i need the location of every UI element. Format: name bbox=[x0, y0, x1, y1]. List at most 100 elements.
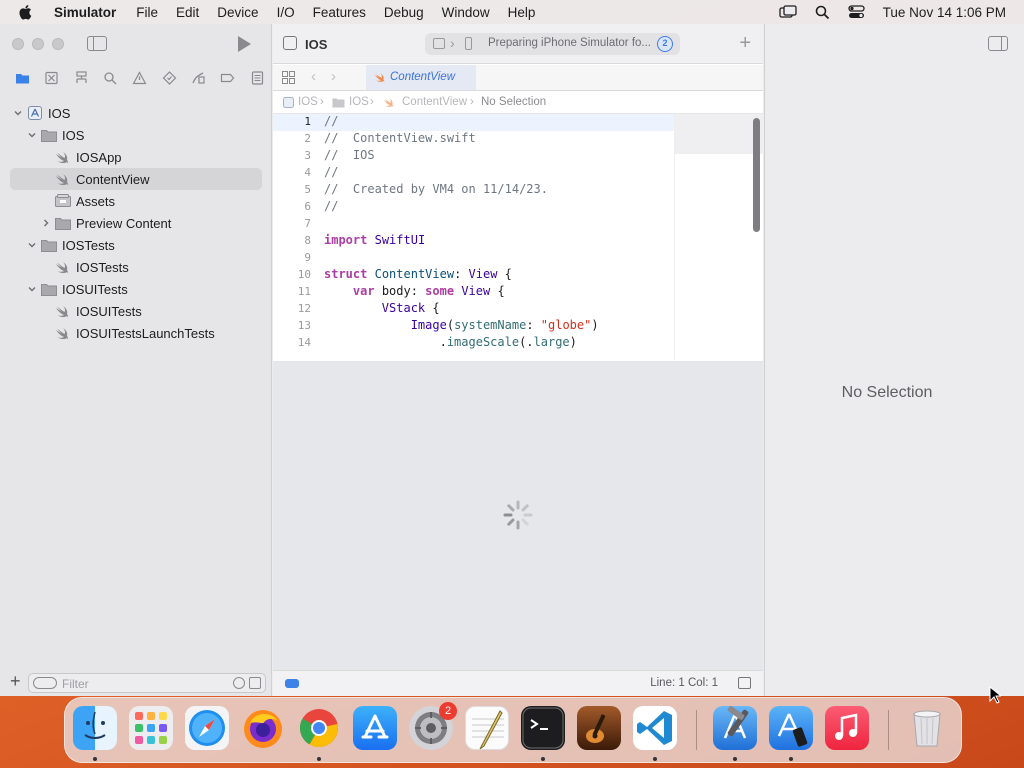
menu-features[interactable]: Features bbox=[313, 5, 366, 20]
minimap-visible-region[interactable] bbox=[675, 114, 764, 154]
code-line[interactable]: 2 // ContentView.swift bbox=[273, 131, 674, 148]
dock-textedit-icon[interactable] bbox=[465, 706, 509, 750]
run-button[interactable] bbox=[238, 36, 251, 52]
tree-item-iosapp[interactable]: IOSApp bbox=[0, 146, 272, 168]
dock-trash-icon[interactable] bbox=[905, 706, 949, 750]
screen-mirroring-icon[interactable] bbox=[779, 5, 797, 19]
tree-item-ios-folder[interactable]: IOS bbox=[0, 124, 272, 146]
preview-mode-icon[interactable] bbox=[285, 679, 299, 688]
minimap[interactable] bbox=[674, 114, 764, 360]
menu-device[interactable]: Device bbox=[217, 5, 258, 20]
source-editor[interactable]: 1 // 2 // ContentView.swift 3 // IOS 4 // 5 /… bbox=[273, 114, 674, 360]
toggle-navigator-icon[interactable] bbox=[87, 36, 107, 51]
iphone-device-icon[interactable] bbox=[465, 37, 472, 50]
dock-chrome-icon[interactable] bbox=[297, 706, 341, 750]
menu-file[interactable]: File bbox=[136, 5, 158, 20]
chevron-right-icon[interactable] bbox=[42, 219, 50, 227]
dock-system-settings-icon[interactable]: 2 bbox=[409, 702, 457, 750]
navigator-filter-field[interactable]: Filter bbox=[28, 673, 266, 693]
chevron-down-icon[interactable] bbox=[14, 109, 22, 117]
test-navigator-tab[interactable] bbox=[155, 68, 184, 88]
code-line[interactable]: 1 // bbox=[273, 114, 674, 131]
menubar-clock[interactable]: Tue Nov 14 1:06 PM bbox=[883, 5, 1006, 20]
source-control-navigator-tab[interactable] bbox=[37, 68, 66, 88]
tree-item-iostests-file[interactable]: IOSTests bbox=[0, 256, 272, 278]
control-center-icon[interactable] bbox=[848, 5, 865, 19]
tree-item-assets[interactable]: Assets bbox=[0, 190, 272, 212]
code-line[interactable]: 13 Image(systemName: "globe") bbox=[273, 318, 674, 335]
project-navigator-tab[interactable] bbox=[8, 68, 37, 88]
dock-firefox-icon[interactable] bbox=[241, 706, 285, 750]
menu-debug[interactable]: Debug bbox=[384, 5, 424, 20]
dock-garageband-icon[interactable] bbox=[577, 706, 621, 750]
add-file-button[interactable]: + bbox=[10, 671, 21, 692]
scheme-icon[interactable] bbox=[283, 36, 297, 50]
add-library-button[interactable]: + bbox=[739, 32, 751, 55]
find-navigator-tab[interactable] bbox=[96, 68, 125, 88]
dock-finder-icon[interactable] bbox=[73, 706, 117, 750]
spotlight-search-icon[interactable] bbox=[815, 5, 830, 20]
editor-scrollbar[interactable] bbox=[753, 118, 760, 232]
minimize-window-button[interactable] bbox=[32, 38, 44, 50]
report-navigator-tab[interactable] bbox=[243, 68, 272, 88]
close-window-button[interactable] bbox=[12, 38, 24, 50]
menu-io[interactable]: I/O bbox=[277, 5, 295, 20]
tree-item-iosuitests-file[interactable]: IOSUITests bbox=[0, 300, 272, 322]
jumpbar-group[interactable]: IOS bbox=[349, 96, 369, 108]
code-line[interactable]: 5 // Created by VM4 on 11/14/23. bbox=[273, 182, 674, 199]
chevron-down-icon[interactable] bbox=[28, 241, 36, 249]
debug-navigator-tab[interactable] bbox=[184, 68, 213, 88]
tree-item-label: IOSApp bbox=[76, 149, 122, 165]
jumpbar-symbol[interactable]: No Selection bbox=[481, 96, 546, 108]
code-line[interactable]: 8 import SwiftUI bbox=[273, 233, 674, 250]
dock-xcode-icon[interactable] bbox=[713, 706, 757, 750]
scheme-target-icon[interactable] bbox=[433, 38, 445, 49]
chevron-down-icon[interactable] bbox=[28, 131, 36, 139]
code-line[interactable]: 12 VStack { bbox=[273, 301, 674, 318]
menu-edit[interactable]: Edit bbox=[176, 5, 199, 20]
filter-options-icon[interactable] bbox=[33, 677, 57, 689]
apple-menu-icon[interactable] bbox=[18, 3, 34, 21]
code-line[interactable]: 7 bbox=[273, 216, 674, 233]
activity-viewer[interactable]: › Preparing iPhone Simulator fo... 2 bbox=[425, 33, 680, 55]
recent-files-filter-icon[interactable] bbox=[233, 677, 245, 689]
code-line[interactable]: 9 bbox=[273, 250, 674, 267]
code-line[interactable]: 10 struct ContentView: View { bbox=[273, 267, 674, 284]
tree-item-iostests-folder[interactable]: IOSTests bbox=[0, 234, 272, 256]
activity-count-badge[interactable]: 2 bbox=[657, 36, 673, 52]
dock-safari-icon[interactable] bbox=[185, 706, 229, 750]
dock-simulator-icon[interactable] bbox=[769, 706, 813, 750]
dock-music-icon[interactable] bbox=[825, 706, 869, 750]
jumpbar-file[interactable]: ContentView bbox=[402, 96, 467, 108]
breakpoint-navigator-tab[interactable] bbox=[213, 68, 242, 88]
dock-vscode-icon[interactable] bbox=[633, 706, 677, 750]
tree-item-iosuitests-folder[interactable]: IOSUITests bbox=[0, 278, 272, 300]
code-line[interactable]: 11 var body: some View { bbox=[273, 284, 674, 301]
navigate-forward-icon[interactable]: › bbox=[331, 68, 336, 85]
tab-contentview[interactable]: ContentView bbox=[366, 65, 476, 90]
dock-terminal-icon[interactable] bbox=[521, 706, 565, 750]
tree-item-preview-content[interactable]: Preview Content bbox=[0, 212, 272, 234]
toggle-inspector-icon[interactable] bbox=[988, 36, 1008, 51]
source-control-filter-icon[interactable] bbox=[249, 677, 261, 689]
symbol-navigator-tab[interactable] bbox=[67, 68, 96, 88]
dock-app-store-icon[interactable] bbox=[353, 706, 397, 750]
menu-help[interactable]: Help bbox=[508, 5, 536, 20]
toggle-debug-area-icon[interactable] bbox=[738, 677, 751, 689]
code-line[interactable]: 14 .imageScale(.large) bbox=[273, 335, 674, 352]
zoom-window-button[interactable] bbox=[52, 38, 64, 50]
tree-item-iosuitestslaunchtests[interactable]: IOSUITestsLaunchTests bbox=[0, 322, 272, 344]
tree-item-ios-project[interactable]: IOS bbox=[0, 102, 272, 124]
tree-item-contentview[interactable]: ContentView bbox=[10, 168, 262, 190]
navigate-back-icon[interactable]: ‹ bbox=[311, 68, 316, 85]
code-line[interactable]: 4 // bbox=[273, 165, 674, 182]
menu-window[interactable]: Window bbox=[442, 5, 490, 20]
menu-app-name[interactable]: Simulator bbox=[54, 5, 116, 20]
code-line[interactable]: 3 // IOS bbox=[273, 148, 674, 165]
dock-launchpad-icon[interactable] bbox=[129, 706, 173, 750]
jumpbar-project[interactable]: IOS bbox=[298, 96, 318, 108]
chevron-down-icon[interactable] bbox=[28, 285, 36, 293]
code-line[interactable]: 6 // bbox=[273, 199, 674, 216]
issue-navigator-tab[interactable] bbox=[125, 68, 154, 88]
related-items-icon[interactable] bbox=[282, 71, 295, 84]
